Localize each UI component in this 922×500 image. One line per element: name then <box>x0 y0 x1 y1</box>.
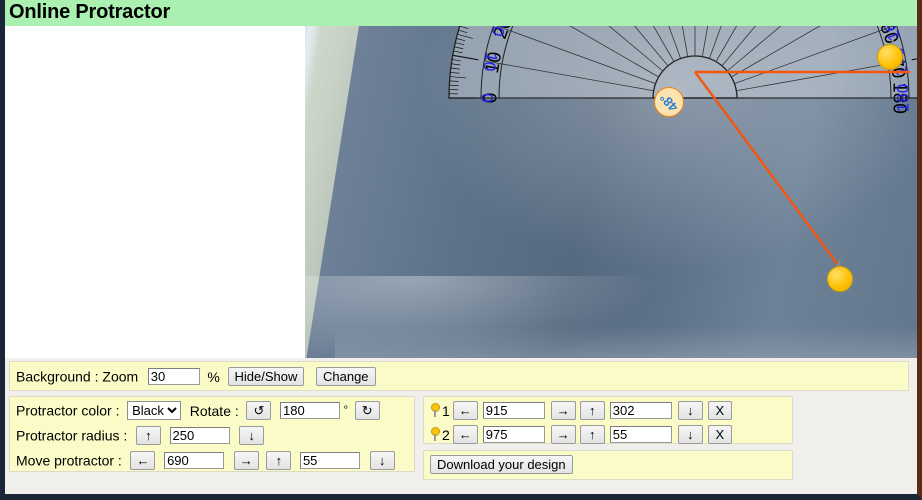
rotate-label: Rotate : <box>189 402 239 419</box>
controls-area: Background : Zoom % Hide/Show Change Pro… <box>5 358 917 494</box>
rotate-cw-button[interactable]: ↻ <box>354 401 380 420</box>
pin-y-decrease-button[interactable]: ↓ <box>677 401 703 420</box>
radius-decrease-button[interactable]: ↓ <box>239 426 265 445</box>
move-protractor-label: Move protractor : <box>16 452 122 469</box>
pin-row: 1← →↑ ↓X <box>430 401 732 420</box>
radius-value-input[interactable] <box>169 427 230 444</box>
protractor-canvas[interactable]: 1801701601501401301201101009080706050403… <box>5 26 917 358</box>
percent-label: % <box>207 368 220 385</box>
page-title: Online Protractor <box>9 1 171 23</box>
download-design-button[interactable]: Download your design <box>430 455 573 474</box>
protractor-color-select[interactable]: Black <box>127 401 182 420</box>
change-background-button[interactable]: Change <box>316 367 376 386</box>
move-right-button[interactable]: → <box>233 451 259 470</box>
pin-delete-button[interactable]: X <box>707 401 732 420</box>
pin-y-increase-button[interactable]: ↑ <box>579 401 605 420</box>
pin-delete-button[interactable]: X <box>707 425 732 444</box>
move-left-button[interactable]: ← <box>130 451 156 470</box>
pin-number: 2 <box>442 426 450 443</box>
rotate-value-input[interactable] <box>280 402 341 419</box>
background-zoom-input[interactable] <box>147 368 200 385</box>
pin-head <box>877 44 903 70</box>
title-bar: Online Protractor <box>5 0 917 27</box>
pin-icon <box>430 427 441 442</box>
degree-label: ° <box>343 404 349 417</box>
move-down-button[interactable]: ↓ <box>369 451 395 470</box>
pin-y-decrease-button[interactable]: ↓ <box>677 425 703 444</box>
pin-x-decrease-button[interactable]: ← <box>452 425 478 444</box>
radius-increase-button[interactable]: ↑ <box>135 426 161 445</box>
pin-icon <box>430 403 441 418</box>
angle-value-text: 48° <box>656 89 682 115</box>
pin-x-increase-button[interactable]: → <box>550 425 576 444</box>
pin-y-input[interactable] <box>609 426 672 443</box>
angle-ray-diagonal <box>694 71 851 282</box>
pin-y-input[interactable] <box>609 402 672 419</box>
rotate-ccw-button[interactable]: ↺ <box>246 401 272 420</box>
pin-x-decrease-button[interactable]: ← <box>452 401 478 420</box>
pin-y-increase-button[interactable]: ↑ <box>579 425 605 444</box>
move-y-input[interactable] <box>299 452 360 469</box>
pins-panel: 1← →↑ ↓X 2← →↑ ↓X <box>423 396 793 444</box>
protractor-radius-label: Protractor radius : <box>16 427 128 444</box>
download-panel: Download your design <box>423 450 793 480</box>
pin-x-input[interactable] <box>482 402 545 419</box>
app-window: Online Protractor 1801701601501401301201… <box>0 0 922 500</box>
pin-row: 2← →↑ ↓X <box>430 425 732 444</box>
pin-x-input[interactable] <box>482 426 545 443</box>
pin-number: 1 <box>442 402 450 419</box>
move-up-button[interactable]: ↑ <box>266 451 292 470</box>
protractor-color-label: Protractor color : <box>16 402 120 419</box>
angle-rays <box>694 70 910 282</box>
hide-show-button[interactable]: Hide/Show <box>227 367 305 386</box>
background-label: Background : Zoom <box>16 368 139 385</box>
angle-value-badge: 48° <box>654 87 684 117</box>
background-panel: Background : Zoom % Hide/Show Change <box>9 361 909 391</box>
pin-x-increase-button[interactable]: → <box>550 401 576 420</box>
pin-head <box>827 266 853 292</box>
protractor-controls-panel: Protractor color : Black Rotate : ↺ ° ↻ … <box>9 396 415 472</box>
move-x-input[interactable] <box>164 452 225 469</box>
